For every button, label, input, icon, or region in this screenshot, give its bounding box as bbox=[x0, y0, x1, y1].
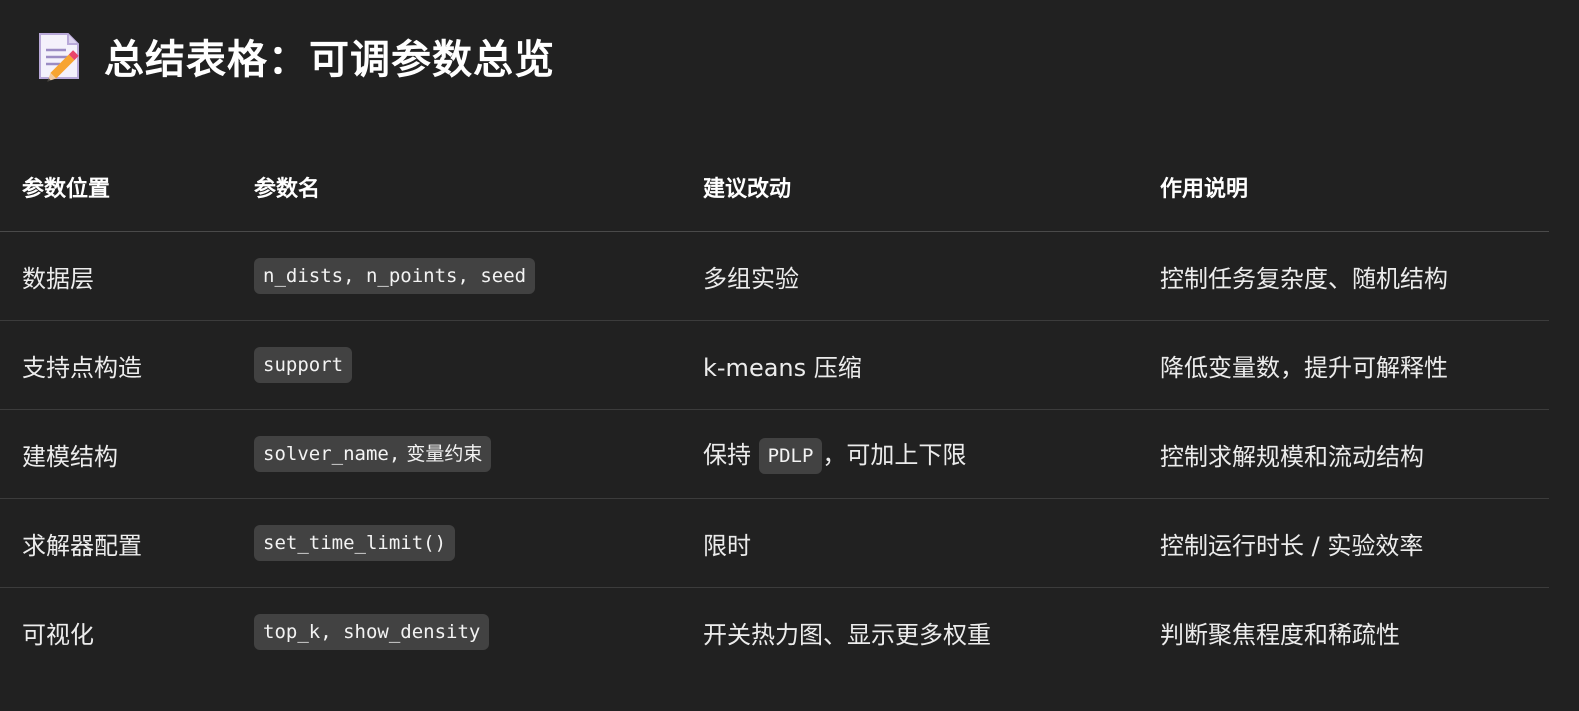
cell-purpose: 控制求解规模和流动结构 bbox=[1138, 409, 1549, 499]
cell-param-name: solver_name, 变量约束 bbox=[232, 409, 681, 499]
cell-suggested-change: 限时 bbox=[681, 498, 1138, 588]
cell-purpose: 控制运行时长 / 实验效率 bbox=[1138, 498, 1549, 588]
header-param-name: 参数名 bbox=[232, 143, 681, 232]
params-table: 参数位置 参数名 建议改动 作用说明 数据层 n_dists, n_points… bbox=[0, 143, 1549, 676]
cell-location: 求解器配置 bbox=[0, 498, 232, 588]
cell-purpose: 降低变量数，提升可解释性 bbox=[1138, 320, 1549, 410]
param-code: top_k, show_density bbox=[254, 614, 490, 650]
cell-location: 支持点构造 bbox=[0, 320, 232, 410]
param-code: set_time_limit() bbox=[254, 525, 456, 561]
cell-suggested-change: 多组实验 bbox=[681, 231, 1138, 321]
cell-param-name: top_k, show_density bbox=[232, 588, 681, 677]
param-code: support bbox=[254, 347, 353, 383]
cell-suggested-change: 开关热力图、显示更多权重 bbox=[703, 620, 991, 649]
cell-purpose: 判断聚焦程度和稀疏性 bbox=[1160, 620, 1400, 649]
cell-param-name: n_dists, n_points, seed bbox=[232, 231, 681, 321]
cell-location: 可视化 bbox=[22, 620, 94, 649]
change-code: PDLP bbox=[758, 437, 823, 474]
cell-suggested-change: k-means 压缩 bbox=[681, 320, 1138, 410]
memo-icon bbox=[39, 33, 79, 82]
change-text-after: ，可加上下限 bbox=[822, 440, 967, 469]
cell-location: 建模结构 bbox=[0, 409, 232, 499]
header-suggested-change: 建议改动 bbox=[681, 143, 1138, 232]
table-row: 数据层 n_dists, n_points, seed 多组实验 控制任务复杂度… bbox=[0, 231, 1549, 321]
cell-suggested-change: 保持 PDLP ，可加上下限 bbox=[681, 409, 1138, 499]
page-heading: 总结表格：可调参数总览 bbox=[36, 28, 555, 84]
cell-location: 数据层 bbox=[0, 231, 232, 321]
param-code: n_dists, n_points, seed bbox=[254, 258, 536, 294]
table-row: 可视化 top_k, show_density 开关热力图、显示更多权重 判断聚… bbox=[0, 588, 1549, 677]
param-code-extra: 变量约束 bbox=[400, 443, 483, 465]
cell-param-name: support bbox=[232, 320, 681, 410]
table-row: 建模结构 solver_name, 变量约束 保持 PDLP ，可加上下限 控制求… bbox=[0, 409, 1549, 499]
param-code: solver_name, 变量约束 bbox=[254, 436, 492, 472]
header-purpose: 作用说明 bbox=[1138, 143, 1549, 232]
table-header-row: 参数位置 参数名 建议改动 作用说明 bbox=[0, 143, 1549, 232]
change-text-before: 保持 bbox=[703, 440, 759, 469]
cell-param-name: set_time_limit() bbox=[232, 498, 681, 588]
table-row: 支持点构造 support k-means 压缩 降低变量数，提升可解释性 bbox=[0, 320, 1549, 410]
header-location: 参数位置 bbox=[0, 143, 232, 232]
cell-purpose: 控制任务复杂度、随机结构 bbox=[1138, 231, 1549, 321]
table-row: 求解器配置 set_time_limit() 限时 控制运行时长 / 实验效率 bbox=[0, 498, 1549, 588]
page-title: 总结表格：可调参数总览 bbox=[104, 37, 555, 83]
